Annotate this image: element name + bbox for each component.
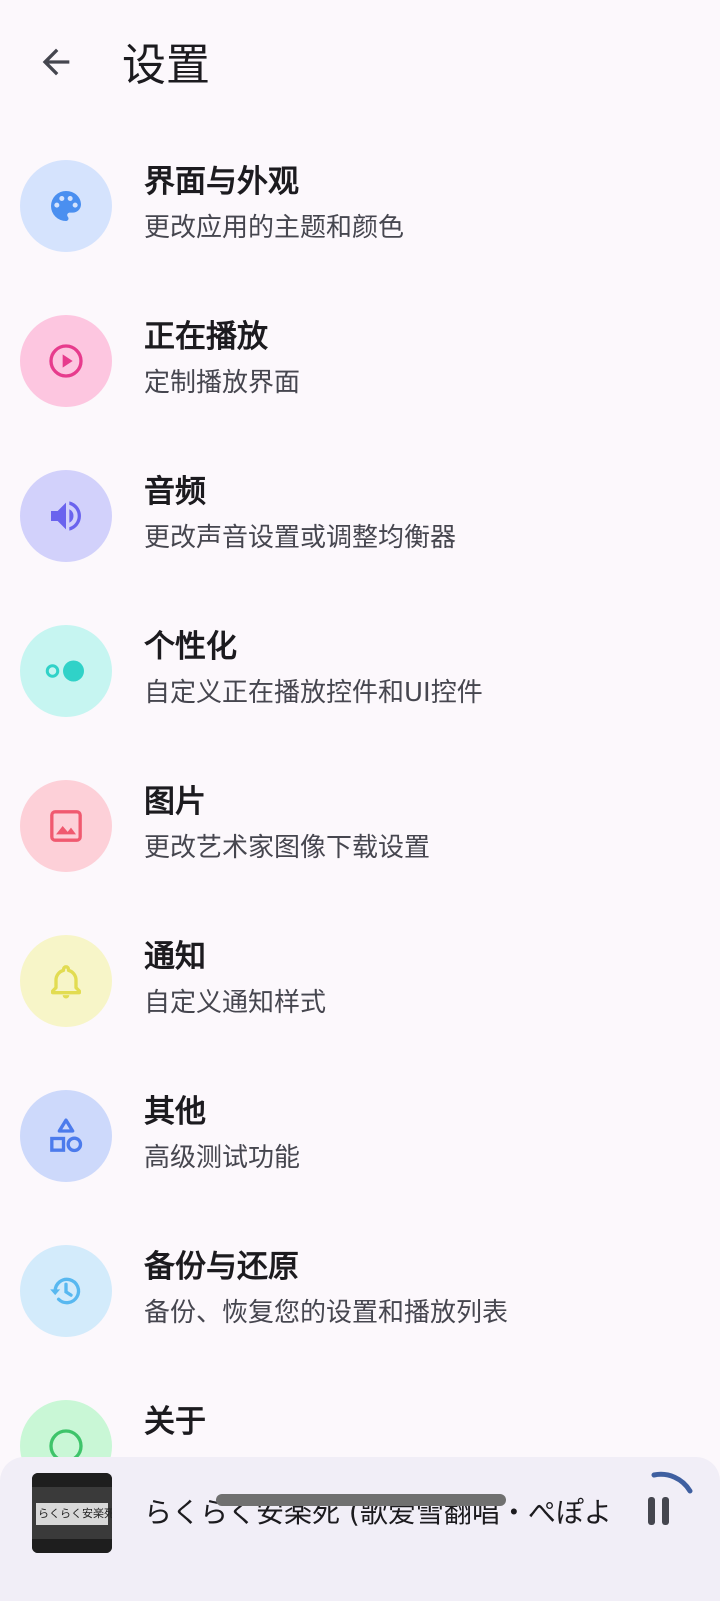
settings-item-title: 图片 xyxy=(144,784,206,820)
volume-icon xyxy=(20,470,112,562)
pause-button[interactable] xyxy=(640,1471,710,1551)
arrow-back-icon xyxy=(42,48,70,76)
settings-item-images[interactable]: 图片 更改艺术家图像下载设置 xyxy=(0,750,720,908)
settings-item-subtitle: 备份、恢复您的设置和播放列表 xyxy=(144,1298,509,1328)
settings-item-audio[interactable]: 音频 更改声音设置或调整均衡器 xyxy=(0,440,720,598)
settings-item-notification[interactable]: 通知 自定义通知样式 xyxy=(0,905,720,1063)
palette-icon xyxy=(20,160,112,252)
settings-item-personalize[interactable]: 个性化 自定义正在播放控件和UI控件 xyxy=(0,595,720,753)
bell-icon xyxy=(20,935,112,1027)
settings-item-backup[interactable]: 备份与还原 备份、恢复您的设置和播放列表 xyxy=(0,1215,720,1373)
settings-item-subtitle: 定制播放界面 xyxy=(144,368,301,398)
settings-item-title: 个性化 xyxy=(144,629,237,665)
settings-item-subtitle: 高级测试功能 xyxy=(144,1143,301,1173)
history-icon xyxy=(20,1245,112,1337)
settings-item-subtitle: 更改艺术家图像下载设置 xyxy=(144,833,431,863)
settings-item-subtitle: 更改声音设置或调整均衡器 xyxy=(144,523,457,553)
settings-item-now-playing[interactable]: 正在播放 定制播放界面 xyxy=(0,285,720,443)
pause-icon xyxy=(648,1471,693,1525)
toggle-dots-icon xyxy=(20,625,112,717)
settings-item-title: 其他 xyxy=(144,1094,206,1130)
settings-item-title: 界面与外观 xyxy=(144,164,299,200)
settings-item-title: 正在播放 xyxy=(144,319,268,355)
settings-item-title: 备份与还原 xyxy=(144,1249,299,1285)
home-indicator xyxy=(216,1494,506,1506)
album-art-text: らくらく安楽死 xyxy=(38,1507,112,1520)
settings-item-title: 关于 xyxy=(144,1404,206,1440)
play-circle-icon xyxy=(20,315,112,407)
settings-item-subtitle: 更改应用的主题和颜色 xyxy=(144,213,405,243)
settings-item-appearance[interactable]: 界面与外观 更改应用的主题和颜色 xyxy=(0,130,720,288)
page-title: 设置 xyxy=(122,40,210,91)
top-app-bar: 设置 xyxy=(0,0,720,130)
back-button[interactable] xyxy=(30,36,82,88)
settings-item-subtitle: 自定义通知样式 xyxy=(144,988,327,1018)
mini-player[interactable]: らくらく安楽死 らくらく安楽死 (歌爱雪翻唱・ぺぽよ xyxy=(0,1457,720,1601)
shapes-icon xyxy=(20,1090,112,1182)
settings-item-other[interactable]: 其他 高级测试功能 xyxy=(0,1060,720,1218)
settings-item-subtitle: 自定义正在播放控件和UI控件 xyxy=(144,678,483,708)
album-art[interactable]: らくらく安楽死 xyxy=(32,1473,112,1553)
image-icon xyxy=(20,780,112,872)
settings-item-title: 通知 xyxy=(144,939,206,975)
settings-item-title: 音频 xyxy=(144,474,206,510)
